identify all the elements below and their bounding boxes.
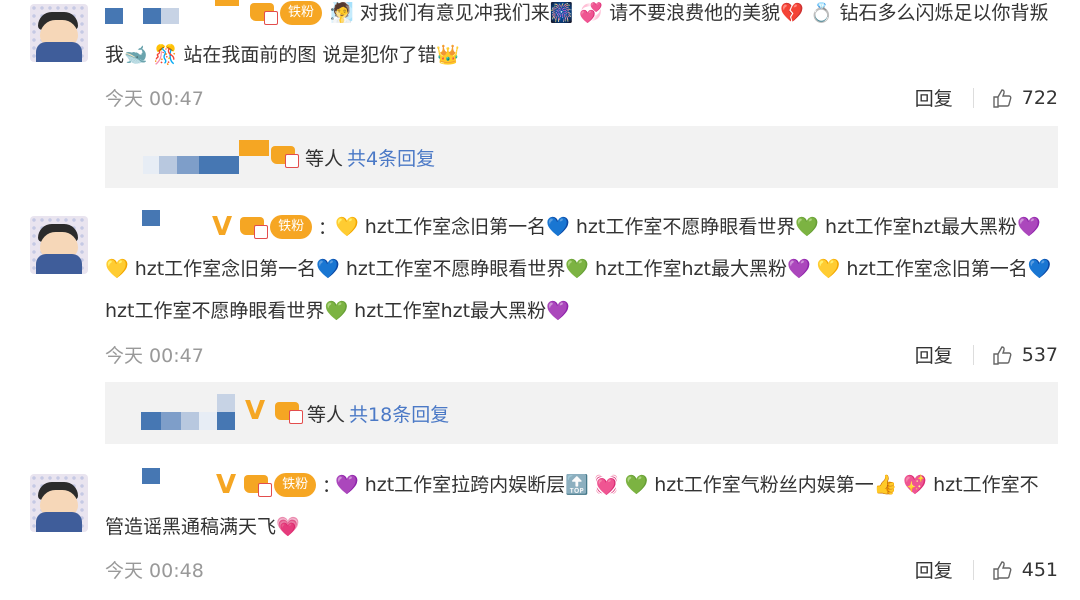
divider — [972, 559, 974, 580]
like-count: 537 — [1021, 343, 1058, 366]
like-icon[interactable] — [992, 560, 1012, 580]
crown-icon — [269, 144, 299, 168]
comment-text: 💛 hzt工作室念旧第一名💙 hzt工作室不愿睁眼看世界💚 hzt工作室hzt最… — [105, 216, 1052, 322]
view-replies-link[interactable]: 共4条回复 — [347, 148, 435, 170]
reply-thread-bar[interactable]: 等人 共4条回复 — [105, 126, 1058, 188]
avatar[interactable] — [30, 216, 88, 274]
comment-time: 今天 00:47 — [105, 88, 204, 110]
username-mosaic — [141, 394, 235, 430]
divider — [972, 87, 974, 108]
reply-button[interactable]: 回复 — [915, 341, 953, 368]
comment-text: 🧖 对我们有意见冲我们来🎆 💞 请不要浪费他的美貌💔 💍 钻石多么闪烁足以你背叛… — [105, 2, 1049, 66]
like-icon[interactable] — [992, 88, 1012, 108]
avatar[interactable] — [30, 474, 88, 532]
comment: 铁粉 ： 🧖 对我们有意见冲我们来🎆 💞 请不要浪费他的美貌💔 💍 钻石多么闪烁… — [0, 0, 1080, 120]
like-icon[interactable] — [992, 345, 1012, 365]
comment-actions: 回复 451 — [915, 556, 1058, 583]
reply-button[interactable]: 回复 — [915, 556, 953, 583]
thread-summary: 等人 共18条回复 — [307, 404, 450, 426]
reply-thread-bar[interactable]: V 等人 共18条回复 — [105, 382, 1058, 444]
reply-button[interactable]: 回复 — [915, 84, 953, 111]
like-count: 722 — [1021, 86, 1058, 109]
avatar[interactable] — [30, 4, 88, 62]
view-replies-link[interactable]: 共18条回复 — [349, 404, 449, 426]
divider — [972, 344, 974, 365]
comment-text: 💜 hzt工作室拉跨内娱断层🔝 💓 💚 hzt工作室气粉丝内娱第一👍 💖 hzt… — [105, 474, 1039, 538]
v-icon: V — [245, 396, 266, 426]
comment-time: 今天 00:47 — [105, 345, 204, 367]
comment: V 铁粉 ： 💜 hzt工作室拉跨内娱断层🔝 💓 💚 hzt工作室气粉丝内娱第一… — [0, 460, 1080, 600]
username-mosaic — [143, 140, 269, 174]
comment: V 铁粉 ： 💛 hzt工作室念旧第一名💙 hzt工作室不愿睁眼看世界💚 hzt… — [0, 200, 1080, 380]
comment-actions: 回复 722 — [915, 84, 1058, 111]
comment-actions: 回复 537 — [915, 341, 1058, 368]
thread-summary: 等人 共4条回复 — [305, 148, 436, 170]
comment-time: 今天 00:48 — [105, 560, 204, 582]
like-count: 451 — [1021, 558, 1058, 581]
crown-icon — [273, 400, 303, 424]
